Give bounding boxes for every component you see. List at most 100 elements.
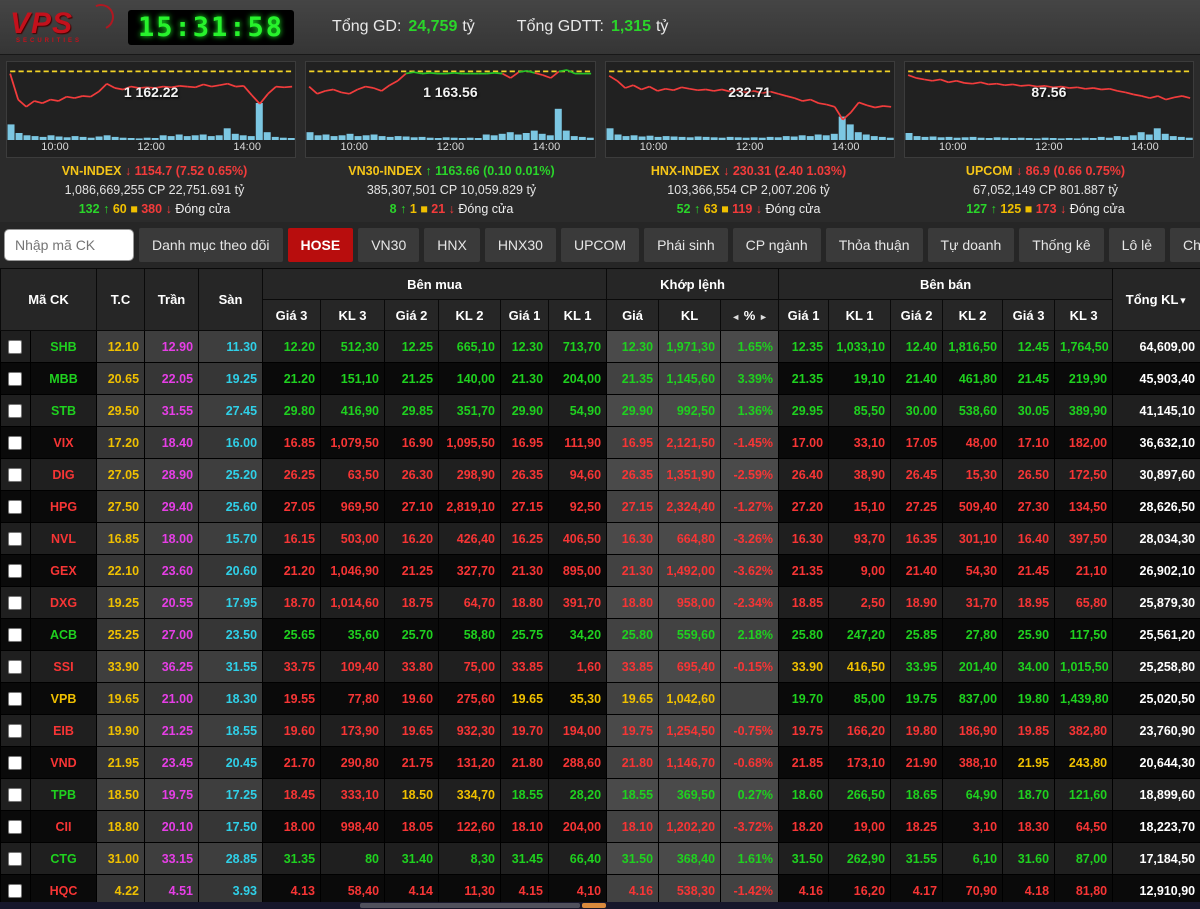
buy-price-1-cell[interactable]: 21.30 [500,362,550,395]
buy-price-1-cell[interactable]: 26.35 [500,458,550,491]
buy-price-2-cell[interactable]: 16.90 [384,426,440,459]
sell-price-3-cell[interactable]: 16.40 [1002,522,1056,555]
tab-lô-lẻ[interactable]: Lô lẻ [1108,228,1166,262]
match-price-cell[interactable]: 18.80 [606,586,660,619]
symbol-cell[interactable]: VPB [30,682,98,715]
sell-price-1-cell[interactable]: 21.35 [778,554,830,587]
sell-price-1-cell[interactable]: 21.35 [778,362,830,395]
stock-row-dig[interactable]: DIG 27.05 28.90 25.20 26.25 63,50 26.30 298,90 2… [0,458,1200,491]
pct-next-icon[interactable]: ► [759,312,768,322]
match-price-cell[interactable]: 21.30 [606,554,660,587]
symbol-cell[interactable]: GEX [30,554,98,587]
index-summary-hnx-index[interactable]: HNX-INDEX ↓ 230.31 (2.40 1.03%) 103,366,5… [600,162,897,218]
sell-price-2-cell[interactable]: 33.95 [890,650,944,683]
symbol-cell[interactable]: STB [30,394,98,427]
sell-price-1-cell[interactable]: 19.70 [778,682,830,715]
sell-price-2-cell[interactable]: 21.90 [890,746,944,779]
tab-thống-kê[interactable]: Thống kê [1019,228,1104,262]
match-price-cell[interactable]: 16.30 [606,522,660,555]
buy-price-3-cell[interactable]: 16.85 [262,426,322,459]
row-checkbox[interactable] [8,691,23,706]
stock-row-stb[interactable]: STB 29.50 31.55 27.45 29.80 416,90 29.85 351,70… [0,394,1200,427]
sell-price-1-cell[interactable]: 31.50 [778,842,830,875]
buy-price-3-cell[interactable]: 26.25 [262,458,322,491]
horizontal-scrollbar[interactable] [0,902,1200,909]
buy-price-2-cell[interactable]: 18.50 [384,778,440,811]
sell-price-2-cell[interactable]: 19.80 [890,714,944,747]
buy-price-2-cell[interactable]: 21.75 [384,746,440,779]
sell-price-3-cell[interactable]: 21.95 [1002,746,1056,779]
sell-price-2-cell[interactable]: 31.55 [890,842,944,875]
buy-price-3-cell[interactable]: 25.65 [262,618,322,651]
sell-price-3-cell[interactable]: 34.00 [1002,650,1056,683]
sell-price-2-cell[interactable]: 17.05 [890,426,944,459]
sell-price-2-cell[interactable]: 25.85 [890,618,944,651]
sell-price-3-cell[interactable]: 21.45 [1002,554,1056,587]
scrollbar-marker[interactable] [582,903,606,908]
sell-price-1-cell[interactable]: 29.95 [778,394,830,427]
symbol-cell[interactable]: CTG [30,842,98,875]
row-checkbox[interactable] [8,723,23,738]
sell-price-1-cell[interactable]: 19.75 [778,714,830,747]
stock-row-hpg[interactable]: HPG 27.50 29.40 25.60 27.05 969,50 27.10 2,819,… [0,490,1200,523]
sell-price-1-cell[interactable]: 27.20 [778,490,830,523]
buy-price-3-cell[interactable]: 31.35 [262,842,322,875]
scrollbar-thumb[interactable] [360,903,580,908]
sell-price-1-cell[interactable]: 21.85 [778,746,830,779]
row-checkbox[interactable] [8,819,23,834]
symbol-cell[interactable]: VIX [30,426,98,459]
buy-price-1-cell[interactable]: 21.80 [500,746,550,779]
buy-price-2-cell[interactable]: 31.40 [384,842,440,875]
stock-row-vix[interactable]: VIX 17.20 18.40 16.00 16.85 1,079,50 16.90 1,09… [0,426,1200,459]
symbol-cell[interactable]: NVL [30,522,98,555]
sell-price-1-cell[interactable]: 18.85 [778,586,830,619]
buy-price-3-cell[interactable]: 19.60 [262,714,322,747]
tab-phái-sinh[interactable]: Phái sinh [644,228,728,262]
buy-price-1-cell[interactable]: 16.25 [500,522,550,555]
buy-price-1-cell[interactable]: 18.55 [500,778,550,811]
sell-price-1-cell[interactable]: 18.60 [778,778,830,811]
row-checkbox[interactable] [8,595,23,610]
buy-price-2-cell[interactable]: 26.30 [384,458,440,491]
sell-price-3-cell[interactable]: 12.45 [1002,330,1056,363]
buy-price-3-cell[interactable]: 18.45 [262,778,322,811]
row-checkbox[interactable] [8,755,23,770]
buy-price-3-cell[interactable]: 12.20 [262,330,322,363]
row-checkbox[interactable] [8,499,23,514]
stock-row-nvl[interactable]: NVL 16.85 18.00 15.70 16.15 503,00 16.20 426,40… [0,522,1200,555]
sell-price-3-cell[interactable]: 19.85 [1002,714,1056,747]
sell-price-3-cell[interactable]: 27.30 [1002,490,1056,523]
sell-price-2-cell[interactable]: 27.25 [890,490,944,523]
sell-price-1-cell[interactable]: 33.90 [778,650,830,683]
tab-hose[interactable]: HOSE [287,228,354,262]
symbol-cell[interactable]: MBB [30,362,98,395]
index-summary-upcom[interactable]: UPCOM ↓ 86.9 (0.66 0.75%) 67,052,149 CP 8… [897,162,1194,218]
match-price-cell[interactable]: 19.75 [606,714,660,747]
row-checkbox[interactable] [8,787,23,802]
buy-price-3-cell[interactable]: 27.05 [262,490,322,523]
buy-price-2-cell[interactable]: 27.10 [384,490,440,523]
sell-price-3-cell[interactable]: 26.50 [1002,458,1056,491]
sell-price-3-cell[interactable]: 18.30 [1002,810,1056,843]
stock-row-vpb[interactable]: VPB 19.65 21.00 18.30 19.55 77,80 19.60 275,60 1… [0,682,1200,715]
tab-hnx30[interactable]: HNX30 [484,228,556,262]
buy-price-1-cell[interactable]: 18.10 [500,810,550,843]
buy-price-3-cell[interactable]: 19.55 [262,682,322,715]
tab-chứng-quyền[interactable]: Chứng quyền [1170,228,1200,262]
pct-prev-icon[interactable]: ◄ [731,312,740,322]
buy-price-1-cell[interactable]: 16.95 [500,426,550,459]
sell-price-3-cell[interactable]: 18.95 [1002,586,1056,619]
buy-price-3-cell[interactable]: 29.80 [262,394,322,427]
buy-price-2-cell[interactable]: 16.20 [384,522,440,555]
buy-price-3-cell[interactable]: 33.75 [262,650,322,683]
sell-price-3-cell[interactable]: 19.80 [1002,682,1056,715]
buy-price-2-cell[interactable]: 21.25 [384,362,440,395]
sell-price-2-cell[interactable]: 18.65 [890,778,944,811]
sell-price-3-cell[interactable]: 30.05 [1002,394,1056,427]
stock-row-ssi[interactable]: SSI 33.90 36.25 31.55 33.75 109,40 33.80 75,00 3… [0,650,1200,683]
match-price-cell[interactable]: 25.80 [606,618,660,651]
buy-price-2-cell[interactable]: 18.05 [384,810,440,843]
buy-price-1-cell[interactable]: 18.80 [500,586,550,619]
index-summary-vn30-index[interactable]: VN30-INDEX ↑ 1163.66 (0.10 0.01%) 385,307… [303,162,600,218]
buy-price-2-cell[interactable]: 29.85 [384,394,440,427]
